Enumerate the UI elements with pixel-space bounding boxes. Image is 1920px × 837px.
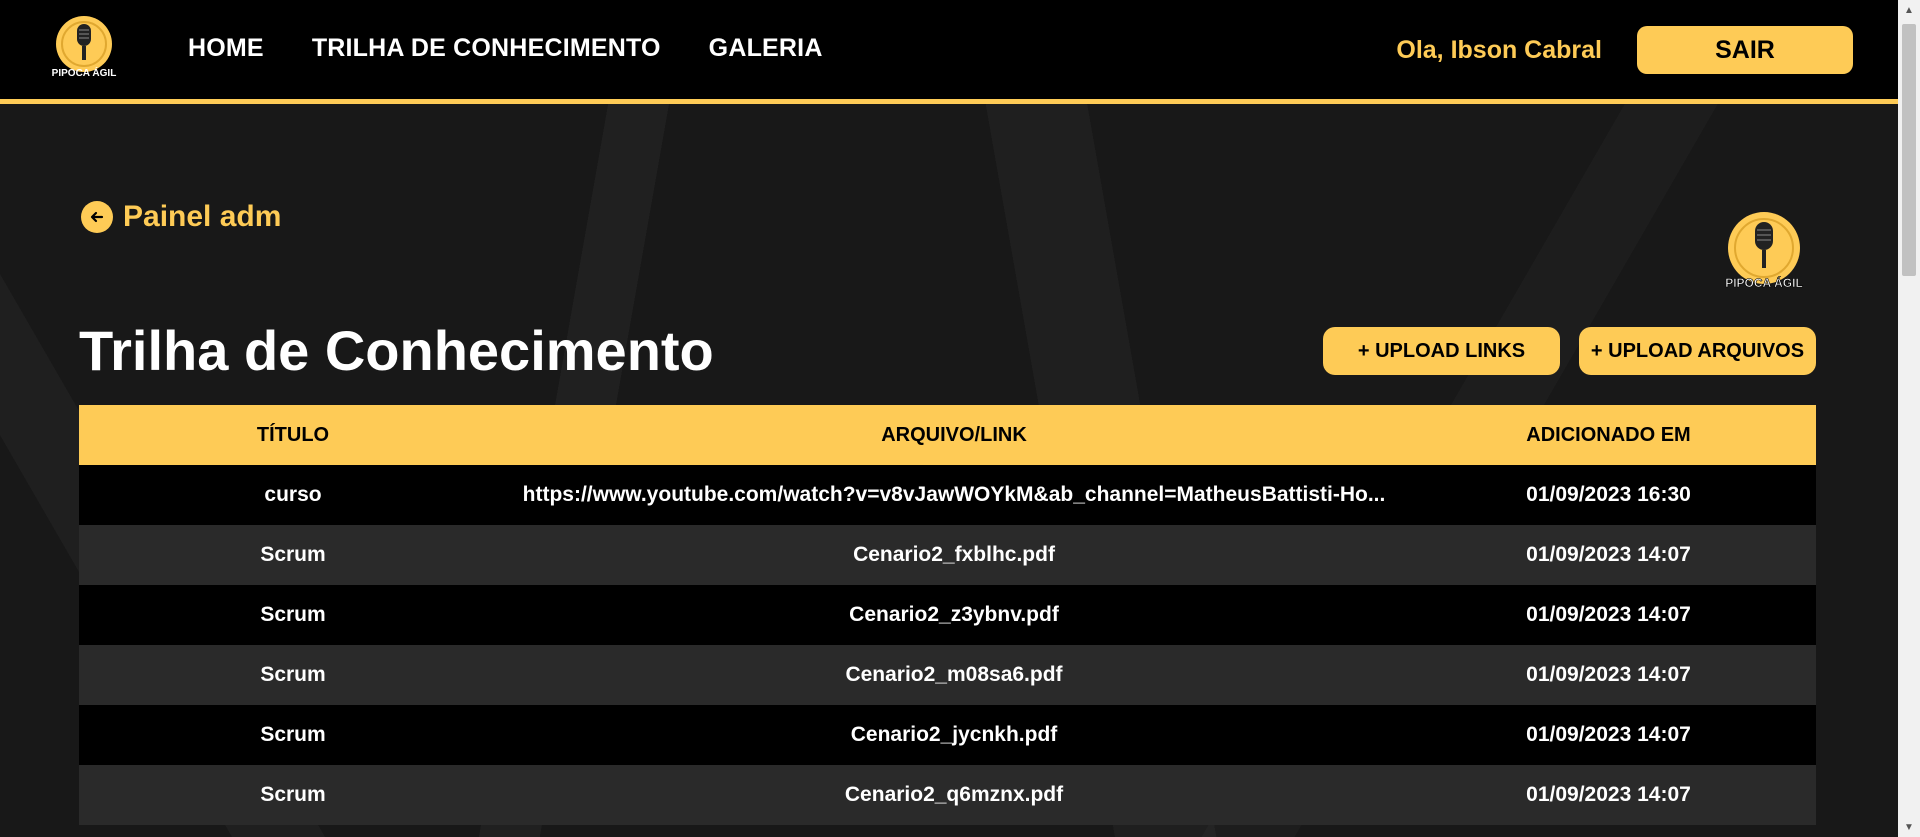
scroll-up-icon[interactable]: ▲ <box>1898 0 1920 20</box>
scrollbar-thumb[interactable] <box>1902 24 1916 276</box>
file-link[interactable]: Cenario2_fxblhc.pdf <box>507 543 1401 567</box>
cell-file-link[interactable]: https://www.youtube.com/watch?v=v8vJawWO… <box>507 465 1401 525</box>
file-link[interactable]: https://www.youtube.com/watch?v=v8vJawWO… <box>507 483 1401 507</box>
table-row[interactable]: curso https://www.youtube.com/watch?v=v8… <box>79 465 1816 525</box>
column-header-date: ADICIONADO EM <box>1526 423 1691 446</box>
page-scrollbar[interactable]: ▲ ▼ <box>1898 0 1920 837</box>
scroll-down-icon[interactable]: ▼ <box>1898 817 1920 837</box>
back-to-admin-link[interactable]: Painel adm <box>81 200 281 234</box>
upload-files-button[interactable]: + UPLOAD ARQUIVOS <box>1579 327 1816 375</box>
table-row[interactable]: Scrum Cenario2_jycnkh.pdf 01/09/2023 14:… <box>79 705 1816 765</box>
cell-title: Scrum <box>260 603 326 626</box>
cell-date: 01/09/2023 14:07 <box>1526 783 1691 806</box>
cell-title: curso <box>264 483 322 506</box>
user-greeting: Ola, Ibson Cabral <box>1396 36 1602 64</box>
table-header-row: TÍTULO ARQUIVO/LINK ADICIONADO EM <box>79 405 1816 465</box>
file-link[interactable]: Cenario2_z3ybnv.pdf <box>507 603 1401 627</box>
cell-date: 01/09/2023 14:07 <box>1526 603 1691 626</box>
cell-title: Scrum <box>260 723 326 746</box>
svg-text:PIPOCA ÁGIL: PIPOCA ÁGIL <box>1725 275 1803 290</box>
svg-text:PIPOCA ÁGIL: PIPOCA ÁGIL <box>52 66 117 79</box>
logout-button[interactable]: SAIR <box>1637 26 1853 74</box>
upload-links-button[interactable]: + UPLOAD LINKS <box>1323 327 1560 375</box>
back-link-label: Painel adm <box>123 200 282 233</box>
table-row[interactable]: Scrum Cenario2_fxblhc.pdf 01/09/2023 14:… <box>79 525 1816 585</box>
nav-trilha-de-conhecimento[interactable]: TRILHA DE CONHECIMENTO <box>312 34 661 63</box>
nav-galeria[interactable]: GALERIA <box>709 34 823 63</box>
table-row[interactable]: Scrum Cenario2_q6mznx.pdf 01/09/2023 14:… <box>79 765 1816 825</box>
cell-file-link[interactable]: Cenario2_fxblhc.pdf <box>507 525 1401 585</box>
column-header-file: ARQUIVO/LINK <box>881 423 1027 446</box>
pipoca-agil-logo-large: PIPOCA ÁGIL <box>1720 210 1808 290</box>
table-row[interactable]: Scrum Cenario2_m08sa6.pdf 01/09/2023 14:… <box>79 645 1816 705</box>
cell-date: 01/09/2023 14:07 <box>1526 663 1691 686</box>
cell-title: Scrum <box>260 543 326 566</box>
top-navbar: PIPOCA ÁGIL HOME TRILHA DE CONHECIMENTO … <box>0 0 1898 104</box>
main-nav: HOME TRILHA DE CONHECIMENTO GALERIA <box>188 34 823 63</box>
file-link[interactable]: Cenario2_m08sa6.pdf <box>507 663 1401 687</box>
file-link[interactable]: Cenario2_q6mznx.pdf <box>507 783 1401 807</box>
cell-file-link[interactable]: Cenario2_jycnkh.pdf <box>507 705 1401 765</box>
cell-title: Scrum <box>260 663 326 686</box>
cell-file-link[interactable]: Cenario2_m08sa6.pdf <box>507 645 1401 705</box>
cell-date: 01/09/2023 14:07 <box>1526 723 1691 746</box>
column-header-title: TÍTULO <box>256 423 330 446</box>
arrow-left-icon <box>81 201 113 233</box>
cell-file-link[interactable]: Cenario2_q6mznx.pdf <box>507 765 1401 825</box>
file-link[interactable]: Cenario2_jycnkh.pdf <box>507 723 1401 747</box>
cell-date: 01/09/2023 16:30 <box>1526 483 1691 506</box>
table-row[interactable]: Scrum Cenario2_z3ybnv.pdf 01/09/2023 14:… <box>79 585 1816 645</box>
cell-date: 01/09/2023 14:07 <box>1526 543 1691 566</box>
page-title: Trilha de Conhecimento <box>79 319 714 382</box>
pipoca-agil-logo[interactable]: PIPOCA ÁGIL <box>48 14 120 80</box>
nav-home[interactable]: HOME <box>188 34 264 63</box>
cell-title: Scrum <box>260 783 326 806</box>
cell-file-link[interactable]: Cenario2_z3ybnv.pdf <box>507 585 1401 645</box>
knowledge-table: TÍTULO ARQUIVO/LINK ADICIONADO EM curso … <box>79 405 1816 825</box>
